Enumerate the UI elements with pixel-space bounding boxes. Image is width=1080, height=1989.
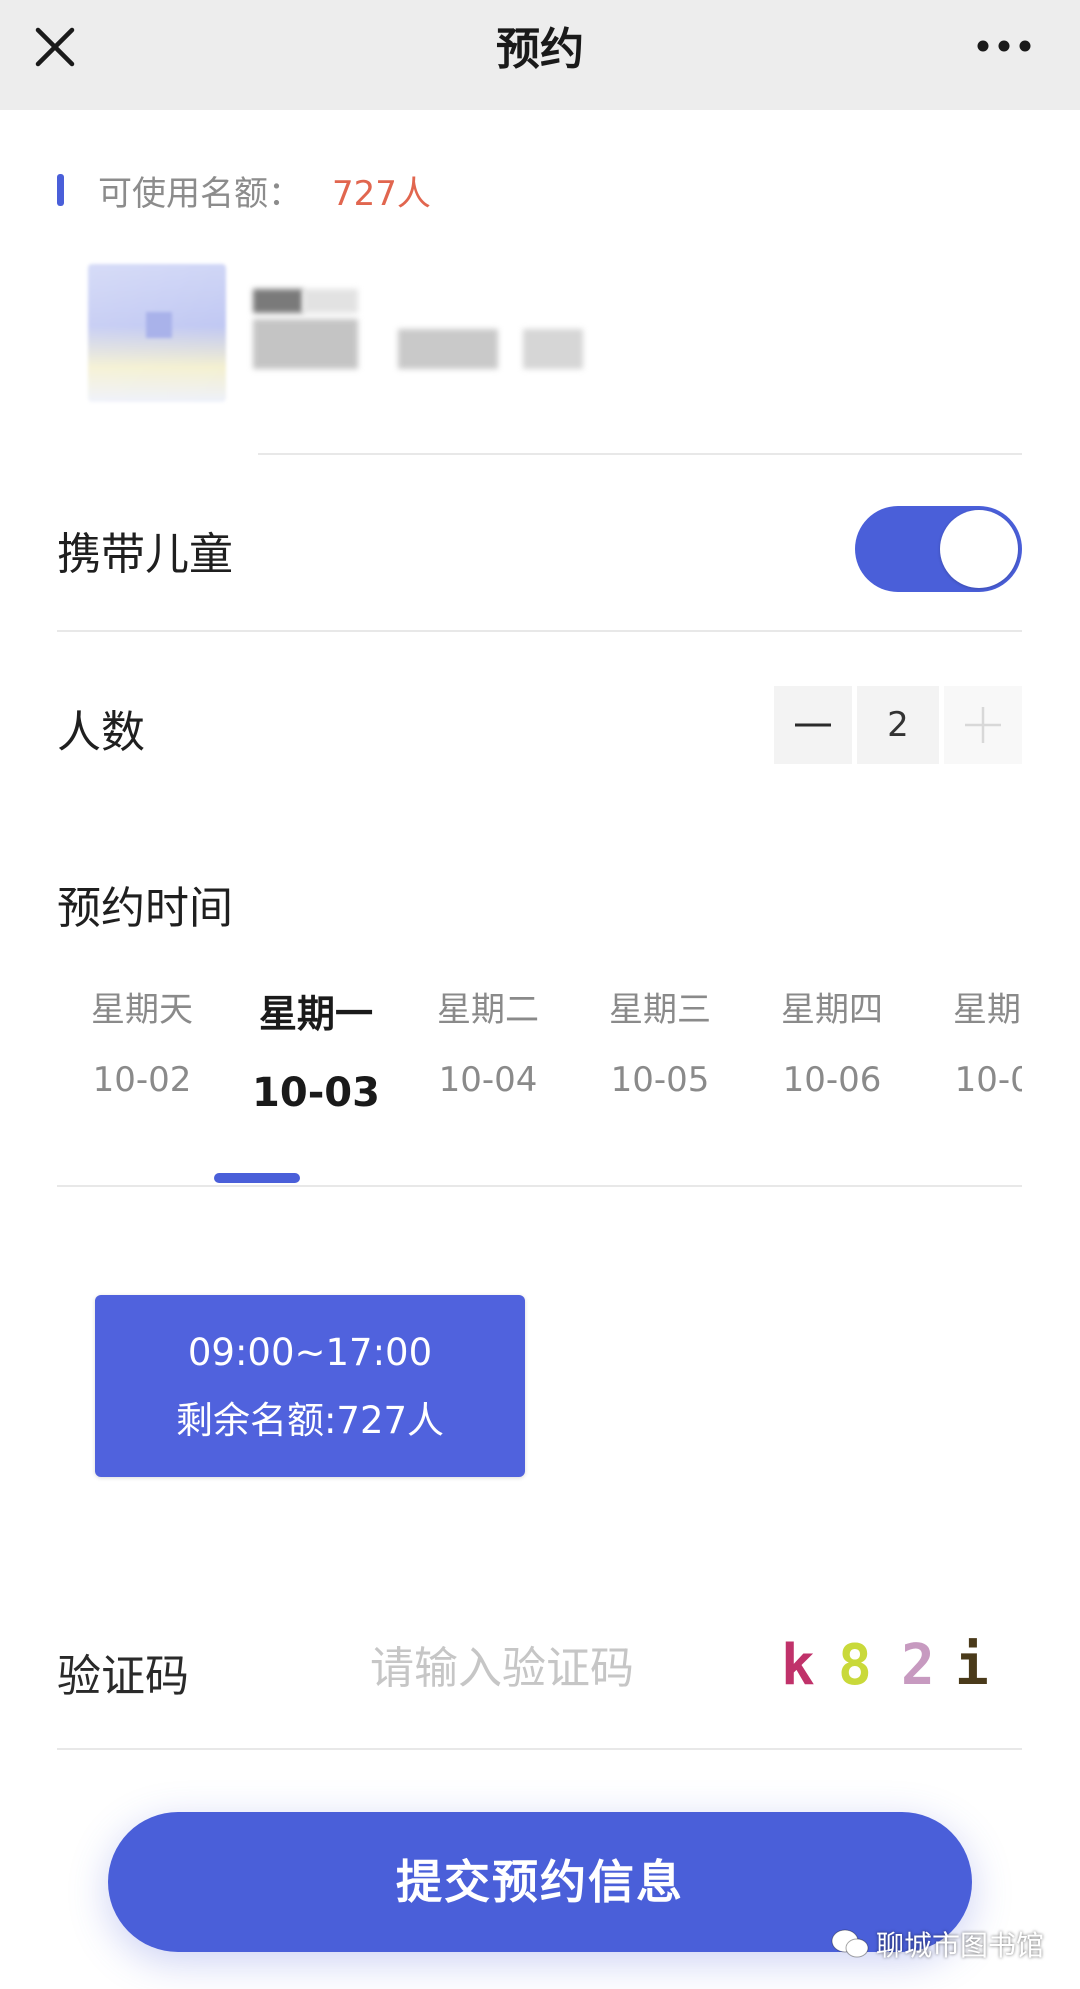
captcha-input[interactable] xyxy=(370,1636,700,1700)
captcha-char: k xyxy=(781,1633,815,1698)
date-tab-weekday: 星期一 xyxy=(258,992,373,1036)
children-toggle[interactable] xyxy=(855,506,1022,592)
slot-remaining: 剩余名额:727人 xyxy=(175,1399,445,1442)
decrement-button[interactable] xyxy=(774,686,852,764)
people-count[interactable]: 2 xyxy=(857,686,939,764)
date-tab-weekday: 星期五 xyxy=(953,990,1022,1030)
date-tab[interactable]: 星期三 10-05 xyxy=(590,980,730,1180)
user-card xyxy=(88,264,688,414)
active-tab-indicator xyxy=(214,1173,300,1183)
top-bar: 预约 xyxy=(0,0,1080,110)
people-stepper: 2 xyxy=(774,686,1022,764)
more-dots-icon[interactable] xyxy=(975,28,1039,64)
date-tab[interactable]: 星期五 10-07 xyxy=(934,980,1022,1180)
increment-button[interactable] xyxy=(944,686,1022,764)
date-tab-active[interactable]: 星期一 10-03 xyxy=(246,980,386,1180)
booking-time-label: 预约时间 xyxy=(57,883,233,934)
date-tab-weekday: 星期三 xyxy=(609,990,711,1030)
captcha-image[interactable]: k 8 2 i xyxy=(775,1625,995,1705)
time-slot-card[interactable]: 09:00~17:00 剩余名额:727人 xyxy=(95,1295,525,1477)
date-tab-weekday: 星期天 xyxy=(91,990,193,1030)
date-tab-date: 10-06 xyxy=(782,1060,882,1100)
divider xyxy=(258,453,1022,455)
captcha-char: 2 xyxy=(901,1633,935,1698)
captcha-label: 验证码 xyxy=(57,1651,189,1702)
page-title: 预约 xyxy=(496,24,584,75)
date-tab-weekday: 星期四 xyxy=(781,990,883,1030)
watermark-text: 聊城市图书馆 xyxy=(876,1929,1045,1962)
user-info-blurred xyxy=(253,289,673,379)
watermark: 聊城市图书馆 xyxy=(830,1922,1044,1966)
quota-label: 可使用名额： xyxy=(98,173,302,214)
wechat-icon xyxy=(831,1929,869,1958)
people-label: 人数 xyxy=(57,707,145,758)
date-tabs: 星期天 10-02 星期一 10-03 星期二 10-04 星期三 10-05 … xyxy=(60,980,1022,1180)
quota-value: 727人 xyxy=(332,173,431,214)
minus-icon xyxy=(795,723,831,727)
children-label: 携带儿童 xyxy=(57,529,233,580)
toggle-knob xyxy=(940,510,1018,588)
divider xyxy=(57,1185,1022,1187)
quota-accent-bar xyxy=(57,174,64,206)
divider xyxy=(57,1748,1022,1750)
date-tab[interactable]: 星期二 10-04 xyxy=(418,980,558,1180)
avatar xyxy=(88,264,226,402)
date-tab-date: 10-02 xyxy=(92,1060,192,1100)
captcha-char: i xyxy=(955,1633,989,1698)
quota-row: 可使用名额： 727人 xyxy=(57,165,431,215)
date-tab[interactable]: 星期天 10-02 xyxy=(72,980,212,1180)
date-tab-date: 10-05 xyxy=(610,1060,710,1100)
date-tab-weekday: 星期二 xyxy=(437,990,539,1030)
date-tab-date: 10-07 xyxy=(954,1060,1022,1100)
plus-icon xyxy=(965,707,1001,743)
date-tab-date: 10-03 xyxy=(252,1070,380,1116)
captcha-char: 8 xyxy=(838,1633,872,1698)
date-tab-date: 10-04 xyxy=(438,1060,538,1100)
slot-time: 09:00~17:00 xyxy=(187,1331,433,1374)
date-tab[interactable]: 星期四 10-06 xyxy=(762,980,902,1180)
divider xyxy=(57,630,1022,632)
